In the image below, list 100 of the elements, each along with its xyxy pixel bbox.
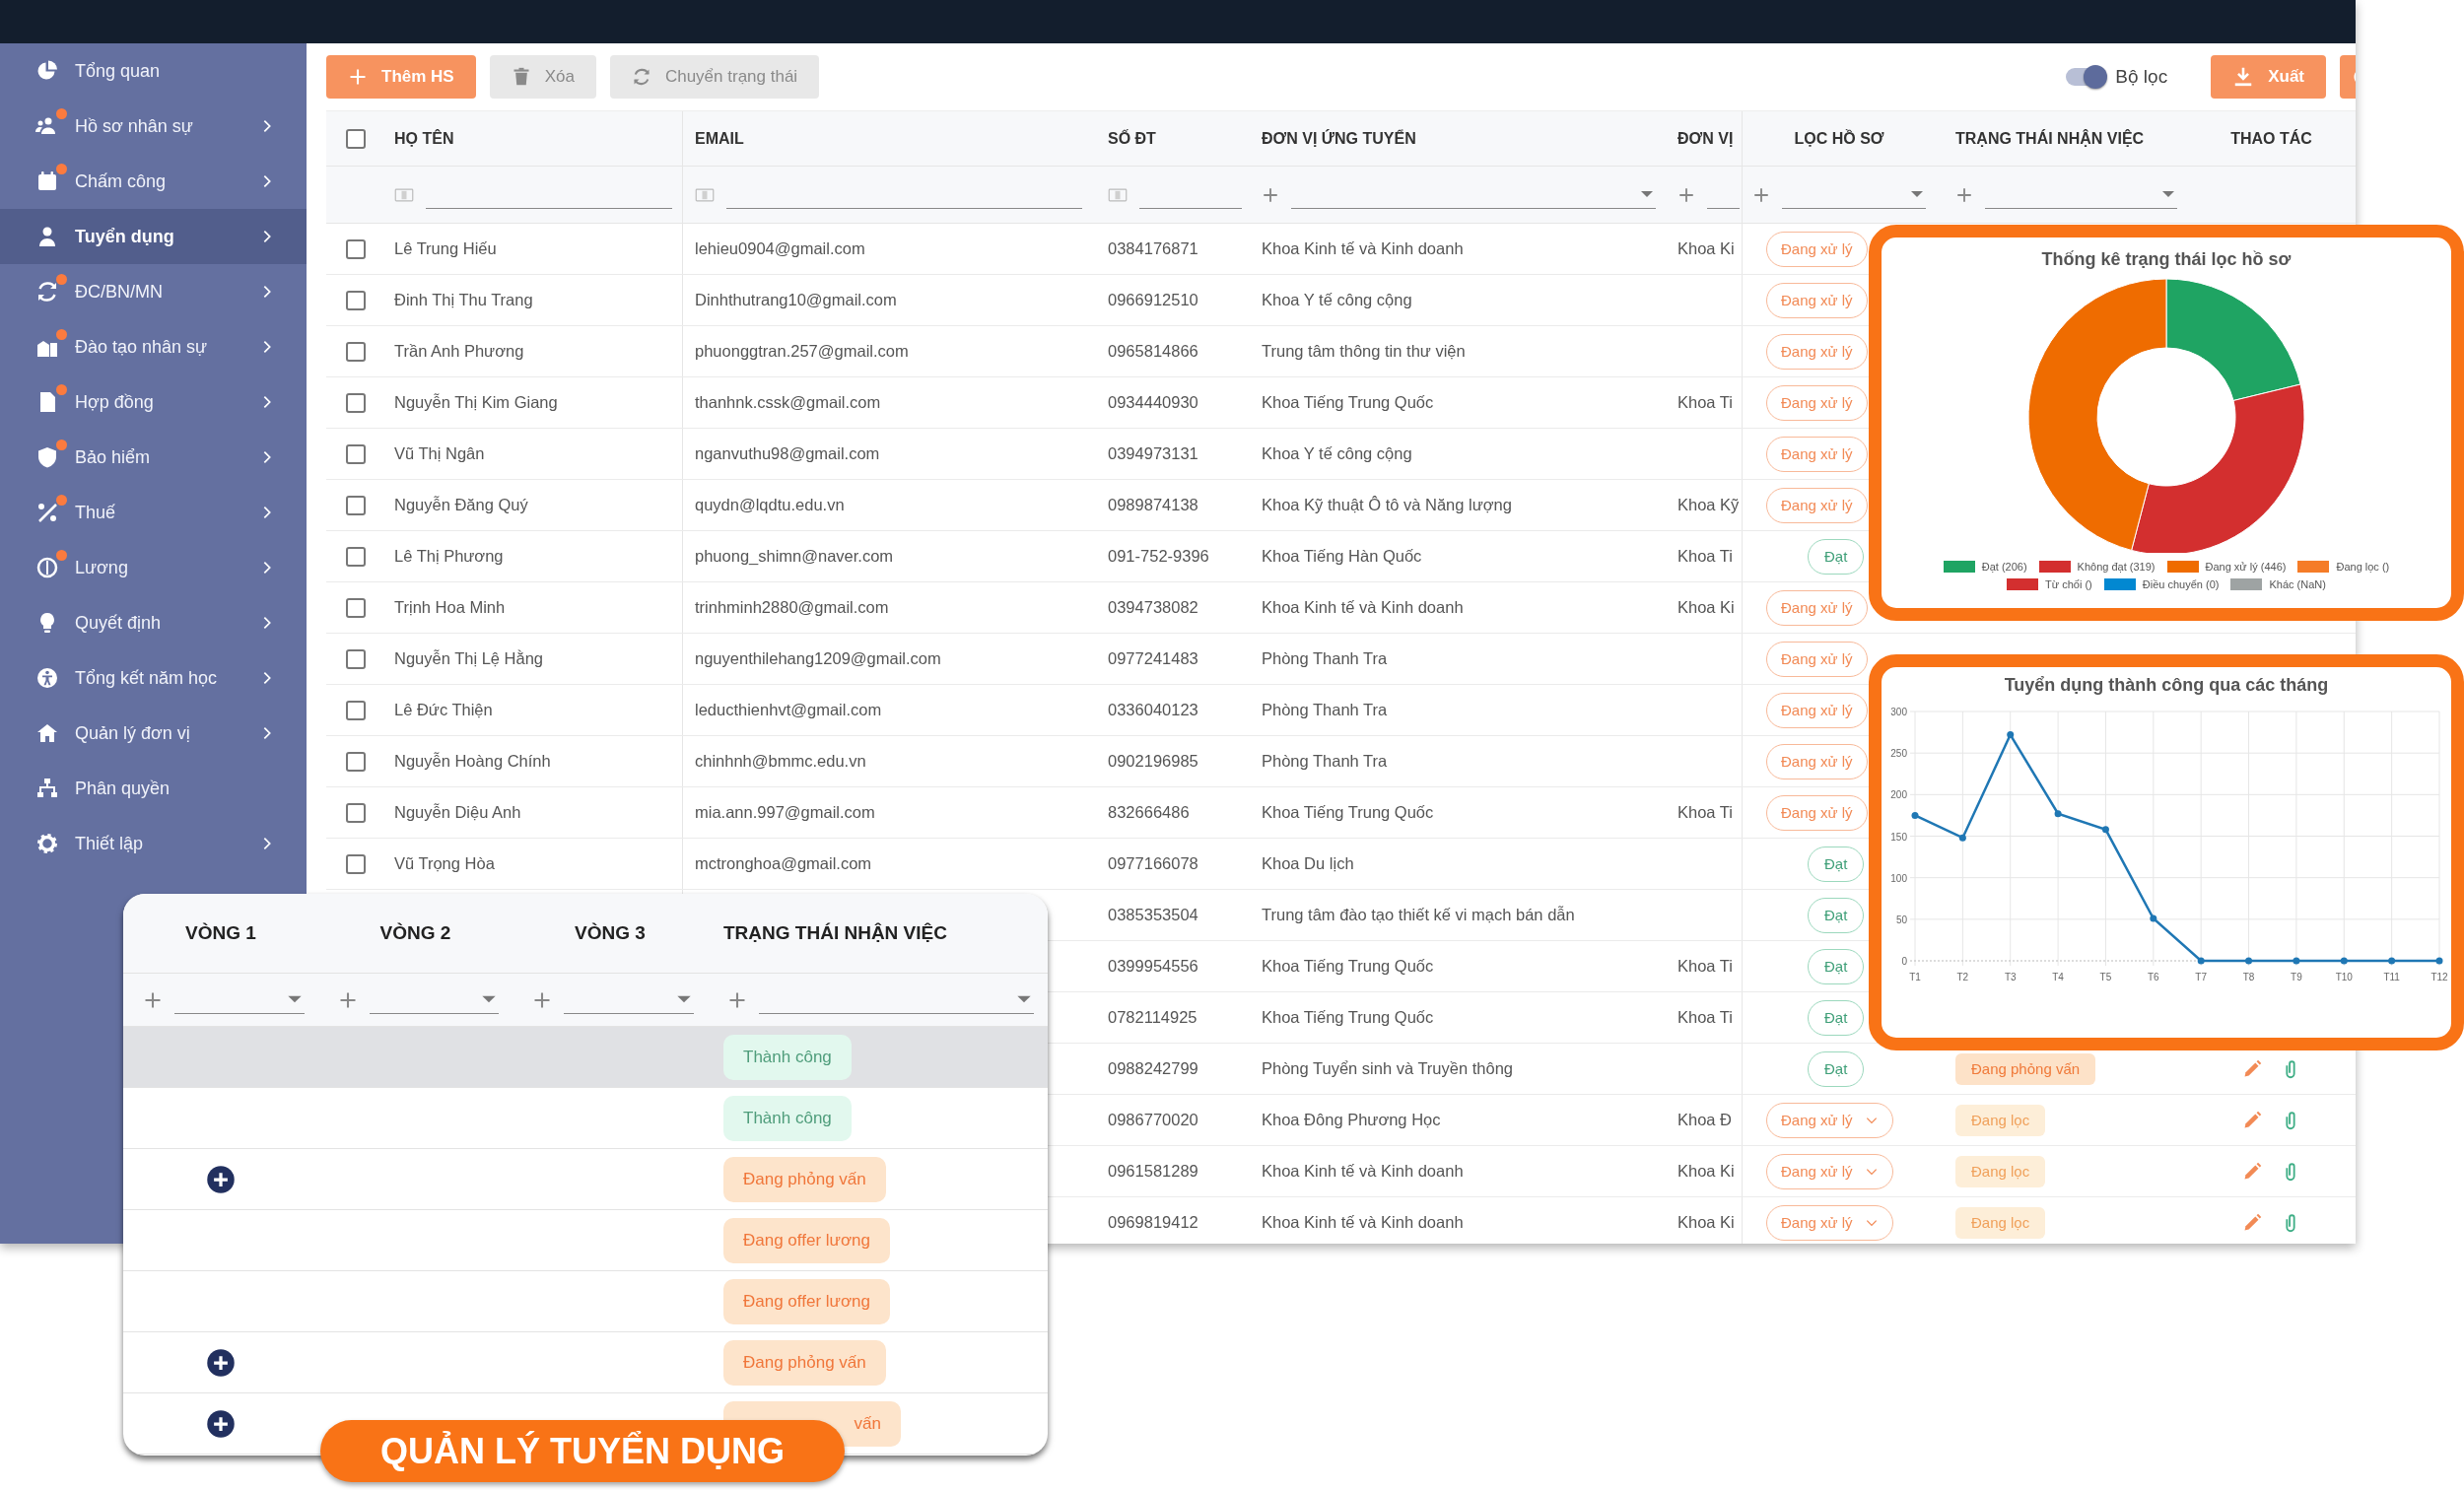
checkbox[interactable] [345, 751, 366, 772]
table-cell: nganvuthu98@gmail.com [695, 444, 880, 463]
tick-label: 150 [1890, 831, 1907, 843]
table-cell: 0934440930 [1108, 393, 1198, 412]
data-point [2388, 957, 2396, 965]
data-point [1958, 834, 1966, 842]
checkbox[interactable] [345, 392, 366, 413]
sidebar-item[interactable]: Thuế [0, 485, 307, 540]
plus-icon[interactable] [1752, 185, 1770, 204]
data-point [2340, 957, 2348, 965]
filter-toggle[interactable]: Bộ lọc [2066, 66, 2168, 88]
pencil-icon[interactable] [2241, 1058, 2262, 1079]
status-badge: Đang phỏng vấn [723, 1156, 886, 1202]
checkbox[interactable] [345, 341, 366, 362]
data-point [2435, 957, 2443, 965]
table-cell: 0394973131 [1108, 444, 1198, 463]
table-cell: 0385353504 [1108, 906, 1198, 924]
checkbox[interactable] [345, 128, 366, 149]
add-circle-icon[interactable] [206, 1164, 236, 1194]
sidebar-item[interactable]: Tổng kết năm học [0, 650, 307, 706]
sidebar-item[interactable]: Quản lý đơn vị [0, 706, 307, 761]
sidebar-item[interactable]: Đào tạo nhân sự [0, 319, 307, 374]
sidebar-item[interactable]: ĐC/BN/MN [0, 264, 307, 319]
data-point [2245, 957, 2253, 965]
tick-label: 50 [1895, 914, 1907, 925]
sidebar-item[interactable]: Chấm công [0, 154, 307, 209]
column-header: VÒNG 2 [379, 922, 451, 944]
table-cell: Nguyễn Thị Lệ Hằng [394, 649, 544, 668]
status-badge: Đạt [1808, 897, 1865, 933]
table-cell: Lê Trung Hiếu [394, 239, 497, 258]
status-badge: Đang xử lý [1766, 231, 1868, 267]
sidebar-item[interactable]: Hợp đồng [0, 374, 307, 430]
table-cell: lehieu0904@gmail.com [695, 239, 865, 258]
plus-icon[interactable] [1262, 185, 1279, 204]
table-cell: 0902196985 [1108, 752, 1198, 771]
table-cell: Khoa Kỹ thuật Ô tô và Năng lượng [1262, 496, 1512, 514]
table-cell: Vũ Trọng Hòa [394, 854, 495, 873]
sidebar-item[interactable]: Tuyển dụng [0, 209, 307, 264]
status-badge: Đang xử lý [1766, 692, 1868, 728]
sidebar-item[interactable]: Hồ sơ nhân sự [0, 99, 307, 154]
status-badge[interactable]: Đang xử lý [1766, 1153, 1893, 1189]
legend-label: Từ chối () [2045, 578, 2092, 590]
table-cell: Trung tâm đào tạo thiết kế vi mạch bán dẫn [1262, 906, 1575, 924]
table-cell: Khoa Du lịch [1262, 854, 1354, 873]
plus-icon [348, 67, 368, 87]
table-cell: Khoa Kinh tế và Kinh doanh [1262, 1162, 1464, 1181]
sidebar-item[interactable]: Phân quyền [0, 761, 307, 816]
table-cell: Khoa Tiếng Trung Quốc [1262, 957, 1434, 976]
plus-icon[interactable] [1955, 185, 1973, 204]
tick-label: T6 [2148, 972, 2159, 982]
status-badge[interactable]: Đang xử lý [1766, 1102, 1893, 1138]
checkbox[interactable] [345, 648, 366, 669]
add-circle-icon[interactable] [206, 1408, 236, 1439]
pencil-icon[interactable] [2241, 1212, 2262, 1233]
legend-label: Đang lọc () [2336, 561, 2390, 573]
checkbox[interactable] [345, 802, 366, 823]
column-header: TRẠNG THÁI NHẬN VIỆC [1955, 129, 2145, 148]
data-point [2293, 957, 2300, 965]
house-icon [35, 721, 59, 745]
table-cell: Nguyễn Diệu Anh [394, 803, 521, 822]
pencil-icon[interactable] [2241, 1161, 2262, 1182]
checkbox[interactable] [345, 700, 366, 720]
table-cell: Trịnh Hoa Minh [394, 598, 506, 617]
accessibility-icon [35, 666, 59, 690]
status-badge: Đang lọc [1955, 1206, 2046, 1239]
table-cell: mctronghoa@gmail.com [695, 854, 872, 873]
data-point [2007, 731, 2015, 739]
sidebar-item[interactable]: Quyết định [0, 595, 307, 650]
add-circle-icon[interactable] [206, 1347, 236, 1378]
table-cell: Phòng Tuyển sinh và Truyền thông [1262, 1059, 1513, 1078]
checkbox[interactable] [345, 495, 366, 515]
table-cell: Khoa Ki [1677, 1162, 1735, 1181]
status-badge: Đang xử lý [1766, 333, 1868, 370]
plus-icon[interactable] [1677, 185, 1695, 204]
checkbox[interactable] [345, 597, 366, 618]
table-cell: chinhnh@bmmc.edu.vn [695, 752, 866, 771]
checkbox[interactable] [345, 443, 366, 464]
tick-label: T2 [1956, 972, 1969, 982]
checkbox[interactable] [345, 290, 366, 310]
status-badge: Đang lọc [1955, 1155, 2046, 1187]
legend-label: Đạt (206) [1981, 561, 2027, 573]
pencil-icon[interactable] [2241, 1110, 2262, 1130]
checkbox[interactable] [345, 546, 366, 567]
table-cell: Khoa Kinh tế và Kinh doanh [1262, 1213, 1464, 1232]
status-badge: Đang phỏng vấn [723, 1339, 886, 1386]
sidebar-item[interactable]: Thiết lập [0, 816, 307, 871]
table-cell: Dinhthutrang10@gmail.com [695, 291, 897, 309]
sidebar-item[interactable]: Lương [0, 540, 307, 595]
export-button[interactable]: Xuất [2211, 55, 2326, 99]
sidebar-item[interactable]: Bảo hiểm [0, 430, 307, 485]
column-header: THAO TÁC [2230, 129, 2312, 148]
add-button[interactable]: Thêm HS [326, 55, 476, 99]
data-point [2150, 914, 2157, 922]
checkbox[interactable] [345, 853, 366, 874]
sidebar-item[interactable]: Tổng quan [0, 43, 307, 99]
checkbox[interactable] [345, 238, 366, 259]
table-cell: Phòng Thanh Tra [1262, 649, 1388, 668]
status-badge[interactable]: Đang xử lý [1766, 1204, 1893, 1241]
status-badge: Đang xử lý [1766, 487, 1868, 523]
tick-label: T10 [2335, 972, 2353, 982]
